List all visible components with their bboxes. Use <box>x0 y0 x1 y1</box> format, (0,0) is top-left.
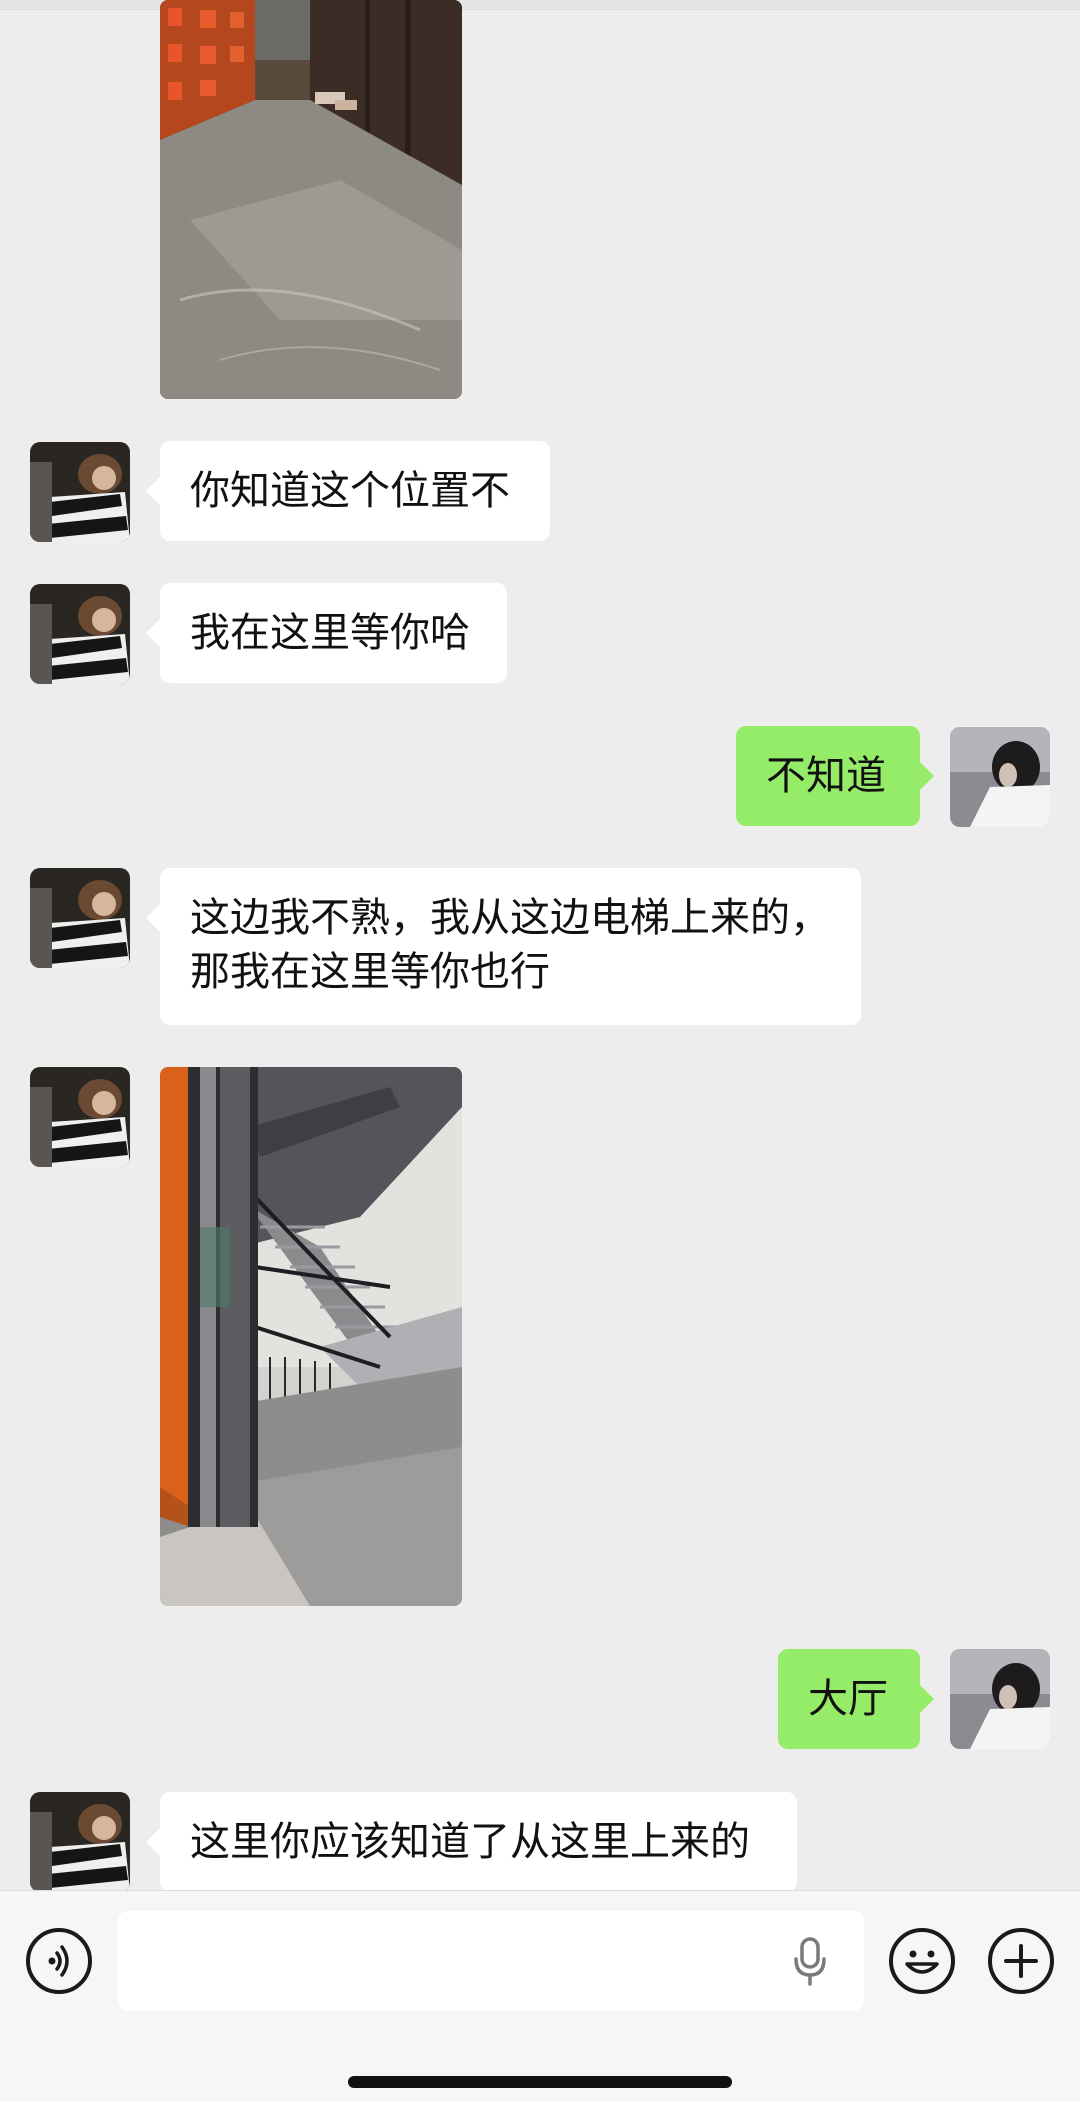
message-text: 大厅 <box>808 1676 888 1722</box>
message-bubble-incoming[interactable]: 这里你应该知道了从这里上来的 <box>146 1792 797 1890</box>
more-options-button[interactable] <box>988 1928 1054 1994</box>
message-input[interactable] <box>118 1911 864 2011</box>
avatar-contact[interactable] <box>30 442 130 542</box>
voice-mode-icon <box>48 1945 69 1977</box>
avatar-self[interactable] <box>950 1649 1050 1749</box>
emoji-button[interactable] <box>889 1928 955 1994</box>
avatar-self[interactable] <box>950 727 1050 827</box>
message-bubble-incoming[interactable]: 我在这里等你哈 <box>146 583 507 683</box>
message-bubble-incoming[interactable]: 这边我不熟，我从这边电梯上来的， 那我在这里等你也行 <box>146 868 861 1025</box>
avatar-contact[interactable] <box>30 1792 130 1890</box>
message-text: 不知道 <box>766 753 886 799</box>
message-text: 你知道这个位置不 <box>190 468 510 514</box>
avatar-contact[interactable] <box>30 868 130 968</box>
home-indicator[interactable] <box>348 2076 732 2088</box>
plus-icon <box>1004 1944 1038 1978</box>
photo-message-corridor[interactable] <box>160 0 462 399</box>
voice-mode-button[interactable] <box>26 1928 92 1994</box>
message-text: 我在这里等你哈 <box>190 610 470 656</box>
message-bubble-outgoing[interactable]: 大厅 <box>778 1649 934 1749</box>
message-text: 这里你应该知道了从这里上来的 <box>190 1819 750 1865</box>
avatar-contact[interactable] <box>30 584 130 684</box>
message-bubble-outgoing[interactable]: 不知道 <box>736 726 934 826</box>
avatar-contact[interactable] <box>30 1067 130 1167</box>
emoji-icon <box>905 1950 939 1974</box>
message-bubble-incoming[interactable]: 你知道这个位置不 <box>146 441 550 541</box>
chat-input-bar <box>0 1890 1080 2101</box>
microphone-icon[interactable] <box>790 1937 830 1987</box>
photo-message-stairs[interactable] <box>160 1067 462 1606</box>
message-text-line: 那我在这里等你也行 <box>190 949 550 995</box>
chat-area[interactable]: 你知道这个位置不 我在这里等你哈 不知道 这边我不熟，我从这边电梯上来的， 那我… <box>0 0 1080 1890</box>
message-text-line: 这边我不熟，我从这边电梯上来的， <box>190 895 830 941</box>
